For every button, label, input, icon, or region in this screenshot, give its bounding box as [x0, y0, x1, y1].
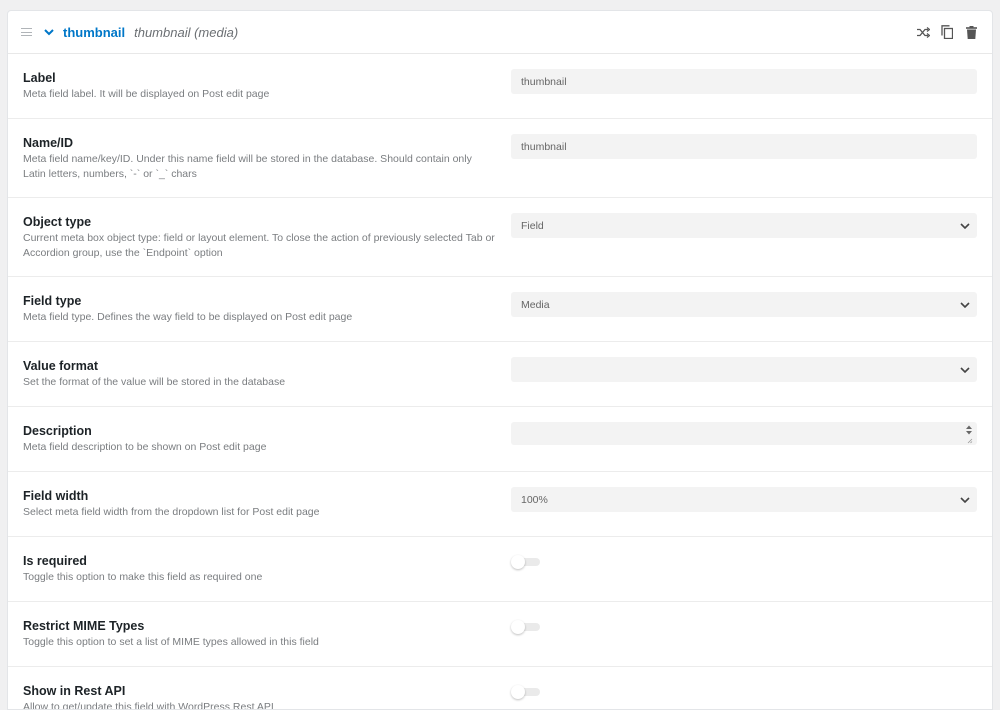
row-field-type: Field type Meta field type. Defines the …: [8, 277, 992, 342]
restrict-mime-toggle[interactable]: [511, 620, 540, 634]
restrict-mime-title: Restrict MIME Types: [23, 619, 145, 633]
chevron-down-icon[interactable]: [43, 26, 55, 38]
name-id-input[interactable]: thumbnail: [511, 134, 977, 159]
field-width-title: Field width: [23, 489, 89, 503]
row-object-type: Object type Current meta box object type…: [8, 198, 992, 277]
resize-handle-icon[interactable]: [965, 424, 973, 444]
name-id-description: Meta field name/key/ID. Under this name …: [23, 153, 472, 180]
label-title: Label: [23, 71, 56, 85]
row-value-format: Value format Set the format of the value…: [8, 342, 992, 407]
chevron-down-icon: [960, 495, 970, 505]
field-width-value: 100%: [521, 493, 548, 506]
chevron-down-icon: [960, 221, 970, 231]
row-show-rest-api: Show in Rest API Allow to get/update thi…: [8, 667, 992, 710]
chevron-down-icon: [960, 300, 970, 310]
row-is-required: Is required Toggle this option to make t…: [8, 537, 992, 602]
name-id-title: Name/ID: [23, 136, 74, 150]
field-width-description: Select meta field width from the dropdow…: [23, 506, 320, 518]
row-field-width: Field width Select meta field width from…: [8, 472, 992, 537]
is-required-toggle[interactable]: [511, 555, 540, 569]
object-type-description: Current meta box object type: field or l…: [23, 232, 495, 259]
shuffle-icon[interactable]: [916, 25, 930, 39]
object-type-value: Field: [521, 219, 544, 232]
row-label: Label Meta field label. It will be displ…: [8, 54, 992, 119]
object-type-title: Object type: [23, 215, 92, 229]
show-rest-api-title: Show in Rest API: [23, 684, 126, 698]
is-required-description: Toggle this option to make this field as…: [23, 571, 263, 583]
field-type-select[interactable]: Media: [511, 292, 977, 317]
restrict-mime-description: Toggle this option to set a list of MIME…: [23, 636, 319, 648]
row-description: Description Meta field description to be…: [8, 407, 992, 472]
show-rest-api-toggle[interactable]: [511, 685, 540, 699]
value-format-description: Set the format of the value will be stor…: [23, 376, 286, 388]
description-textarea[interactable]: [511, 422, 977, 445]
field-header[interactable]: thumbnail thumbnail (media): [8, 11, 992, 54]
field-width-select[interactable]: 100%: [511, 487, 977, 512]
description-title: Description: [23, 424, 92, 438]
field-type-title: Field type: [23, 294, 82, 308]
drag-handle-icon[interactable]: [21, 28, 32, 36]
row-name-id: Name/ID Meta field name/key/ID. Under th…: [8, 119, 992, 198]
field-type-description: Meta field type. Defines the way field t…: [23, 311, 353, 323]
field-type-value: Media: [521, 298, 550, 311]
copy-icon[interactable]: [940, 25, 954, 39]
chevron-down-icon: [960, 365, 970, 375]
row-restrict-mime: Restrict MIME Types Toggle this option t…: [8, 602, 992, 667]
value-format-select[interactable]: [511, 357, 977, 382]
is-required-title: Is required: [23, 554, 87, 568]
label-input[interactable]: thumbnail: [511, 69, 977, 94]
value-format-title: Value format: [23, 359, 99, 373]
trash-icon[interactable]: [964, 25, 978, 39]
label-description: Meta field label. It will be displayed o…: [23, 88, 270, 100]
show-rest-api-description: Allow to get/update this field with Word…: [23, 701, 274, 710]
meta-field-panel: thumbnail thumbnail (media) Label Meta f…: [7, 10, 993, 710]
field-title[interactable]: thumbnail: [63, 25, 125, 40]
field-subtitle: thumbnail (media): [134, 24, 239, 40]
object-type-select[interactable]: Field: [511, 213, 977, 238]
description-description: Meta field description to be shown on Po…: [23, 441, 267, 453]
